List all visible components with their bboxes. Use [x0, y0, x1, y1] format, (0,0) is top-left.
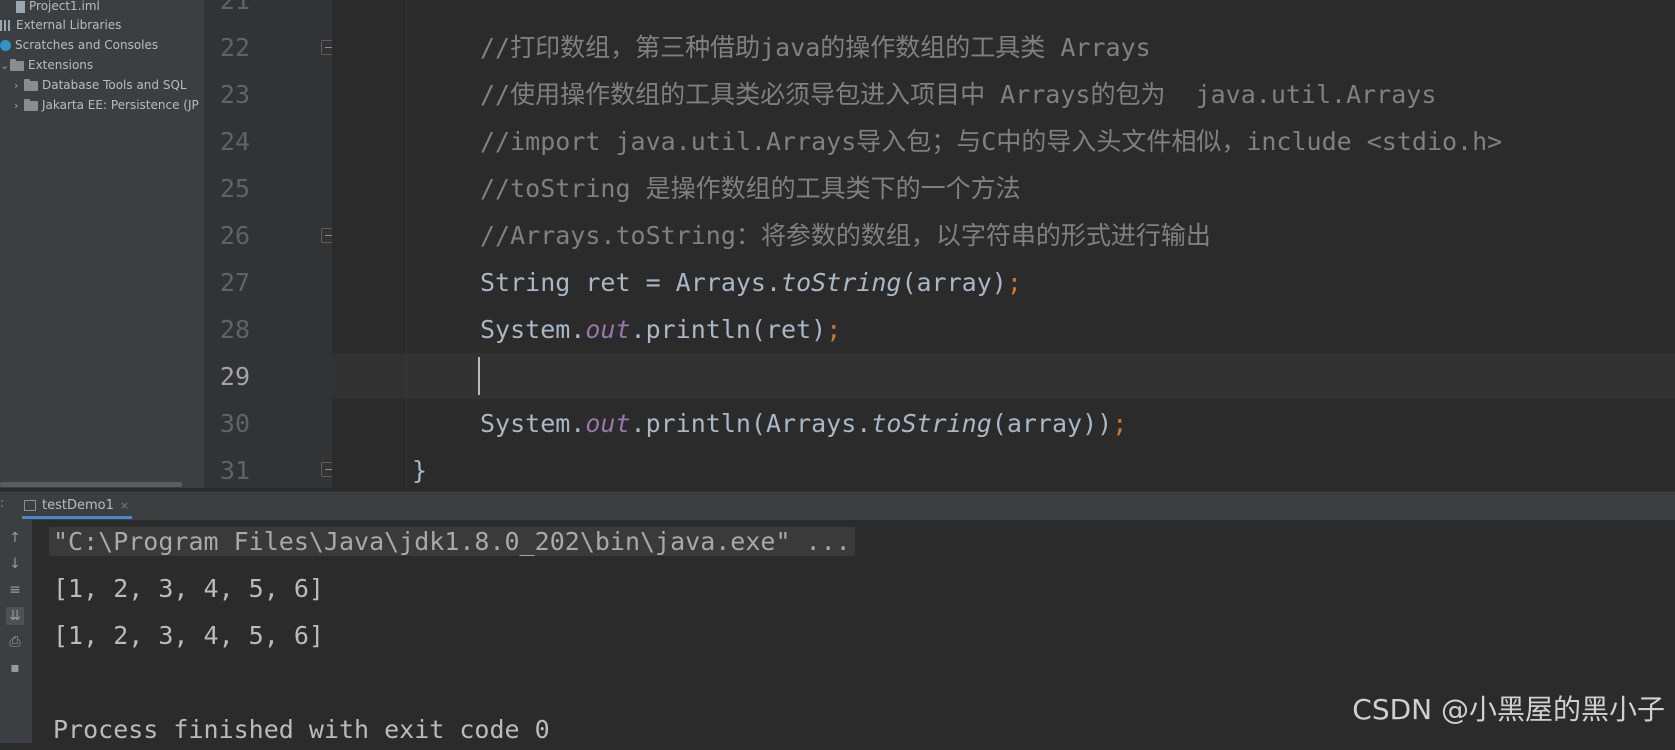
line-number: 24: [219, 127, 250, 156]
folder-icon: [24, 98, 38, 111]
line-number: 21: [219, 0, 250, 15]
code-line-31: }: [412, 456, 428, 485]
indent-guide: [406, 0, 407, 488]
line-number: 30: [219, 409, 250, 438]
up-arrow-icon[interactable]: ↑: [6, 529, 24, 547]
console-process-finished: Process finished with exit code 0: [53, 715, 550, 744]
line-number: 28: [219, 315, 250, 344]
line-number: 26: [219, 221, 250, 250]
line-number: 31: [219, 456, 250, 485]
chevron-down-icon[interactable]: ⌄: [0, 57, 10, 75]
run-config-icon: [24, 500, 36, 511]
library-icon: [0, 20, 12, 31]
folder-icon: [10, 58, 24, 71]
trash-icon[interactable]: ▪: [6, 659, 24, 677]
line-number: 22: [219, 33, 250, 62]
console-output-line: [1, 2, 3, 4, 5, 6]: [53, 574, 324, 603]
print-icon[interactable]: ⎙: [6, 633, 24, 651]
tree-item-jakarta-ee[interactable]: › Jakarta EE: Persistence (JP: [14, 96, 199, 114]
code-line-24: //import java.util.Arrays导入包；与C中的导入头文件相似…: [480, 127, 1503, 156]
tree-item-database-tools[interactable]: › Database Tools and SQL: [14, 76, 187, 94]
code-line-26: //Arrays.toString：将参数的数组，以字符串的形式进行输出: [480, 221, 1211, 250]
down-arrow-icon[interactable]: ↓: [6, 555, 24, 573]
editor-gutter[interactable]: 21 22 23 24 25 26 27 28 29 30 31: [204, 0, 336, 488]
sidebar-horizontal-scrollbar[interactable]: [0, 482, 182, 487]
code-editor[interactable]: //打印数组，第三种借助java的操作数组的工具类 Arrays //使用操作数…: [332, 0, 1675, 488]
folder-icon: [24, 78, 38, 91]
ide-window: Project1.iml External Libraries Scratche…: [0, 0, 1675, 744]
code-line-25: //toString 是操作数组的工具类下的一个方法: [480, 174, 1021, 203]
tree-item-project-iml[interactable]: Project1.iml: [16, 0, 100, 15]
code-line-28: System.out.println(ret);: [480, 315, 842, 344]
tree-item-extensions[interactable]: ⌄ Extensions: [0, 56, 93, 74]
line-number: 25: [219, 174, 250, 203]
console-output-line: [1, 2, 3, 4, 5, 6]: [53, 621, 324, 650]
text-caret: [478, 357, 480, 395]
tree-item-external-libraries[interactable]: External Libraries: [0, 16, 121, 34]
code-line-23: //使用操作数组的工具类必须导包进入项目中 Arrays的包为 java.uti…: [480, 80, 1437, 109]
run-tool-window-header: testDemo1 ×: [0, 491, 1675, 520]
current-line-highlight: [332, 353, 1675, 399]
tree-item-scratches[interactable]: Scratches and Consoles: [0, 36, 158, 54]
code-line-22: //打印数组，第三种借助java的操作数组的工具类 Arrays: [480, 33, 1151, 62]
scroll-to-end-icon[interactable]: ⇊: [6, 607, 24, 625]
code-line-27: String ret = Arrays.toString(array);: [480, 268, 1022, 297]
run-toolbar: ↑ ↓ ≡ ⇊ ⎙ ▪: [0, 520, 32, 743]
project-tree[interactable]: Project1.iml External Libraries Scratche…: [0, 0, 204, 488]
console-command-line: "C:\Program Files\Java\jdk1.8.0_202\bin\…: [49, 522, 855, 562]
tool-window-colon: :: [0, 496, 5, 511]
soft-wrap-icon[interactable]: ≡: [6, 581, 24, 599]
line-number-current: 29: [219, 362, 250, 391]
watermark: CSDN @小黑屋的黑小子: [1352, 693, 1665, 726]
chevron-right-icon[interactable]: ›: [14, 77, 24, 95]
file-icon: [16, 0, 25, 13]
close-icon[interactable]: ×: [120, 499, 129, 512]
scratches-icon: [0, 40, 11, 51]
chevron-right-icon[interactable]: ›: [14, 97, 24, 115]
active-tab-indicator: [22, 516, 132, 519]
line-number: 27: [219, 268, 250, 297]
code-line-30: System.out.println(Arrays.toString(array…: [480, 409, 1128, 438]
line-number: 23: [219, 80, 250, 109]
